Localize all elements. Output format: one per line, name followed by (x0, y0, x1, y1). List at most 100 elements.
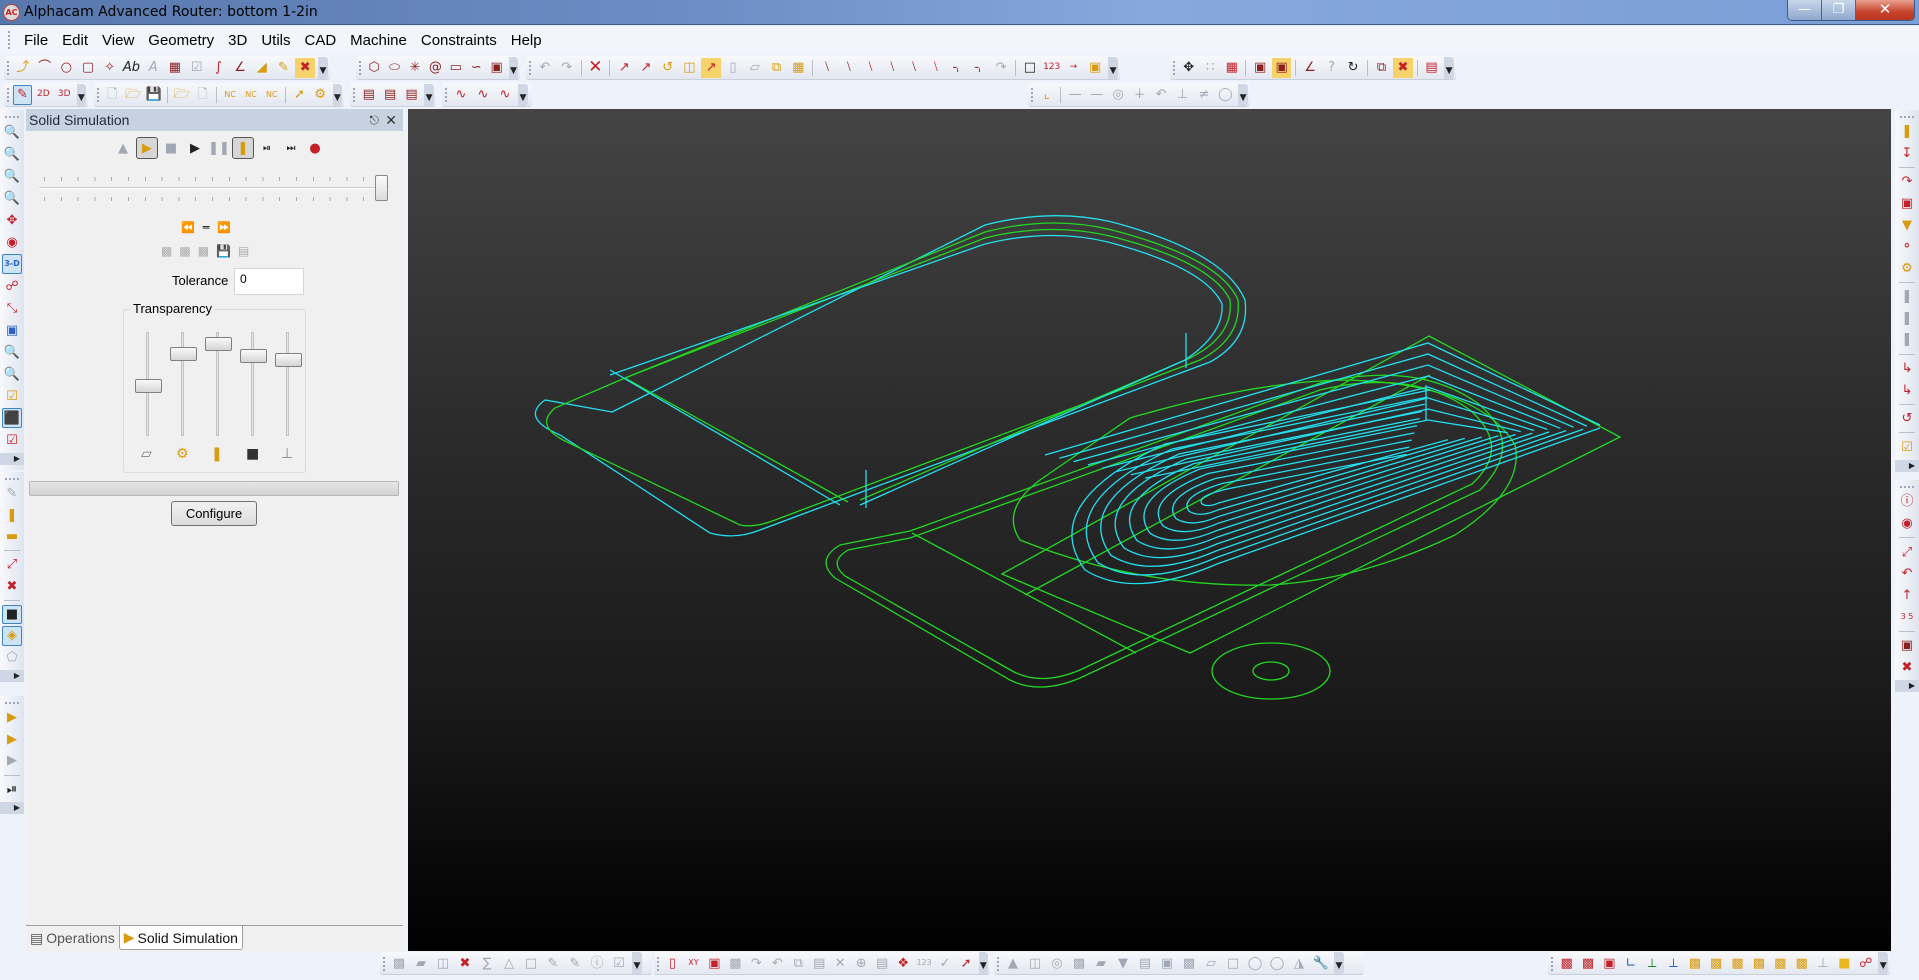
new-view-icon[interactable]: ▤ (1422, 58, 1441, 78)
zoom-out-icon[interactable]: 🔍 (2, 188, 22, 208)
slider-thumb[interactable] (170, 347, 197, 362)
slider-thumb[interactable] (205, 336, 232, 351)
rotate-copy-icon[interactable]: ↺ (658, 58, 678, 78)
vertical-icon[interactable]: — (1087, 85, 1106, 105)
slider-thumb[interactable] (275, 352, 302, 367)
front-view-icon[interactable]: ▣ (1600, 953, 1619, 973)
transparency-slider-fixture[interactable] (273, 332, 303, 436)
undo-icon[interactable]: ↶ (535, 58, 555, 78)
layer-icon[interactable]: ▣ (1250, 58, 1269, 78)
zoom-in-icon[interactable]: 🔍 (2, 342, 22, 362)
point-icon[interactable]: ✧ (100, 58, 120, 78)
simulation-timeline-slider[interactable] (39, 173, 389, 203)
tool-direction-2-icon[interactable]: ↑ (1897, 585, 1917, 605)
solid-cylinder-icon[interactable]: ◫ (433, 953, 453, 973)
configure-button[interactable]: Configure (171, 501, 257, 526)
3d-view-icon[interactable]: 3-D (2, 254, 22, 274)
toolbar-overflow[interactable]: ▼ (508, 56, 519, 79)
path-insert-icon[interactable]: ∿ (495, 85, 515, 105)
saw-icon[interactable]: ⚙ (1897, 258, 1917, 278)
draw-mode-icon[interactable]: ✎ (13, 84, 32, 105)
flip-plane-icon[interactable]: ↶ (768, 953, 787, 973)
sine-y-icon[interactable]: ∿ (451, 85, 471, 105)
rotate-plane-icon[interactable]: ↷ (747, 953, 766, 973)
app-icon[interactable]: AC (3, 4, 20, 21)
save-icon[interactable]: 💾 (145, 85, 164, 105)
toolbar-overflow[interactable]: ▼ (1108, 56, 1118, 79)
2d-mode-icon[interactable]: 2D (34, 85, 53, 105)
new-file-icon[interactable]: 🗋 (103, 85, 122, 105)
plane-number-icon[interactable]: 123 (915, 953, 934, 973)
surface-tool-icon[interactable]: 🔧 (1311, 953, 1331, 973)
tool-library-icon[interactable]: ⚙ (311, 85, 330, 105)
lead-path-icon[interactable]: ⤢ (2, 555, 22, 574)
solid-delete-icon[interactable]: ✖ (455, 953, 475, 973)
plane-view-icon[interactable]: ⊥ (1813, 953, 1832, 973)
measure-icon[interactable]: ∠ (1300, 58, 1319, 78)
surface-machine-icon[interactable]: ❚ (1897, 309, 1917, 329)
zoom-box-icon[interactable]: 🔍 (2, 364, 22, 384)
concentric-icon[interactable]: ◎ (1108, 85, 1127, 105)
op-status-icon[interactable]: ◉ (1897, 514, 1917, 534)
toolbar-overflow[interactable]: ▼ (76, 83, 86, 106)
color-tool-icon[interactable]: ● (304, 137, 326, 159)
toolbar-grip[interactable] (5, 478, 19, 480)
solid-view-icon[interactable]: ⬛ (2, 408, 22, 428)
edit-stock-icon[interactable]: ▩ (179, 244, 190, 258)
contour-icon[interactable]: ↳ (1897, 359, 1917, 379)
3d-mode-icon[interactable]: 3D (55, 85, 74, 105)
top-view-icon[interactable]: ▩ (1685, 953, 1704, 973)
dimension-icon[interactable]: ⤡ (2, 298, 22, 318)
step-list-icon[interactable]: ⏯ (256, 137, 278, 159)
menu-utils[interactable]: Utils (254, 32, 297, 49)
iso-view-1-icon[interactable]: ▩ (1557, 953, 1576, 973)
tool-report-icon[interactable]: ☑ (1897, 437, 1917, 457)
align-icon[interactable]: ▯ (723, 58, 743, 78)
trim-icon[interactable]: ⧵ (817, 58, 837, 78)
re-order-icon[interactable]: ↺ (1897, 409, 1917, 429)
operations-list-icon[interactable]: ▤ (359, 85, 378, 105)
step-pause-icon[interactable]: ⏭ (280, 137, 302, 159)
edit-points-icon[interactable]: ✎ (274, 58, 294, 78)
delete-view-icon[interactable]: ✖ (1393, 57, 1413, 78)
pin-icon[interactable]: ⎋ (370, 109, 380, 131)
solid-edge-icon[interactable]: ✎ (543, 953, 563, 973)
5axis-surface-icon[interactable]: ❚ (1897, 330, 1917, 350)
clamp-icon[interactable]: ▬ (2, 527, 22, 546)
circle-icon[interactable]: ○ (56, 58, 76, 78)
copy-plane-icon[interactable]: ⧉ (789, 953, 808, 973)
coincident-icon[interactable]: ◯ (1216, 85, 1235, 105)
menu-cad[interactable]: CAD (298, 32, 344, 49)
redo-icon[interactable]: ↷ (557, 58, 577, 78)
contour-3d-icon[interactable]: ↳ (1897, 380, 1917, 400)
extend-icon[interactable]: ⧵ (839, 58, 859, 78)
toolbar-grip[interactable] (5, 702, 19, 704)
toolbar-overflow[interactable]: ▼ (318, 56, 328, 79)
menu-help[interactable]: Help (504, 32, 549, 49)
open-nc-icon[interactable]: 🗁 (172, 85, 191, 105)
split-icon[interactable]: ⧵ (882, 58, 902, 78)
bounding-box-icon[interactable]: ▣ (1897, 636, 1917, 656)
surface-cylinder-icon[interactable]: ◫ (1025, 953, 1045, 973)
rectangle-icon[interactable]: ▢ (78, 58, 98, 78)
toolbar-overflow[interactable]: ▼ (1878, 952, 1889, 974)
surface-spool-icon[interactable]: ◮ (1289, 953, 1309, 973)
polyline-icon[interactable]: ⤴ (13, 58, 33, 78)
menu-edit[interactable]: Edit (55, 32, 95, 49)
copy-view-icon[interactable]: ⧉ (1372, 58, 1391, 78)
surface-sweep-icon[interactable]: ▱ (1201, 953, 1221, 973)
axis-xy-icon[interactable]: ∟ (1621, 953, 1640, 973)
perpendicular-icon[interactable]: ⊥ (1173, 85, 1192, 105)
loop-icon[interactable]: ↶ (1897, 564, 1917, 584)
rerun-icon[interactable]: ▤ (402, 85, 421, 105)
plane-from-face-icon[interactable]: ▩ (726, 953, 745, 973)
solid-select-icon[interactable]: ☑ (609, 953, 629, 973)
edit-operation-icon[interactable]: ▤ (380, 85, 399, 105)
back-view-icon[interactable]: ▩ (1771, 953, 1790, 973)
toolbar-overflow[interactable]: ▼ (332, 83, 343, 106)
show-tool-icon[interactable]: ❚ (232, 137, 254, 159)
tool-direction-icon[interactable]: ↧ (1897, 144, 1917, 164)
drill-icon[interactable]: ▼ (1897, 215, 1917, 235)
transparency-slider-clamp[interactable] (168, 332, 198, 436)
layer-2-icon[interactable]: ▣ (1271, 57, 1292, 78)
